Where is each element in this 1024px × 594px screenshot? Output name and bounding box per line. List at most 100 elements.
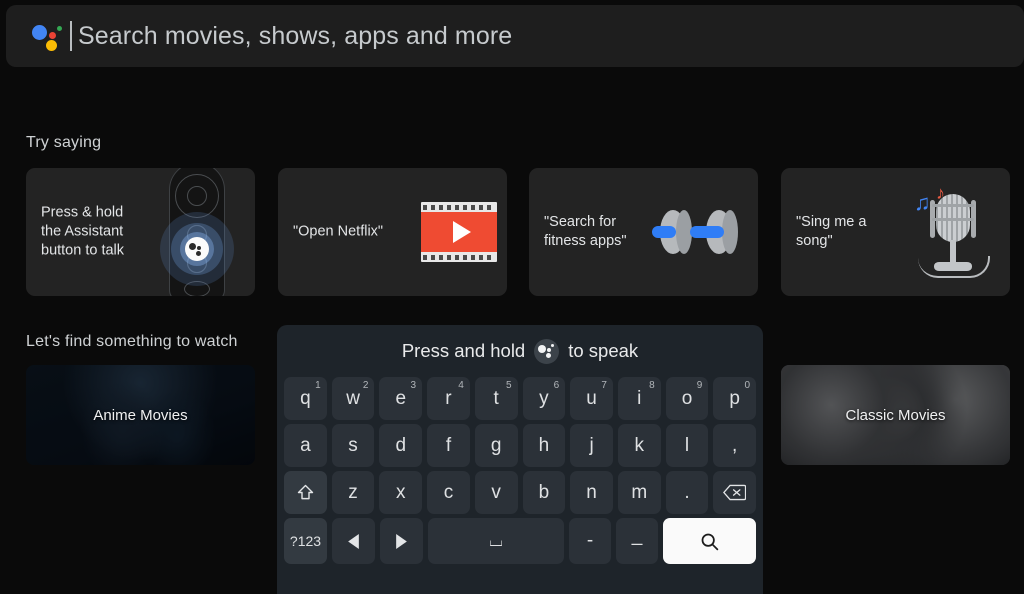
- mic-band-bottom: [932, 218, 974, 221]
- key-f[interactable]: f: [427, 424, 470, 467]
- search-input[interactable]: Search movies, shows, apps and more: [78, 22, 512, 51]
- shift-icon: [295, 482, 316, 503]
- onscreen-keyboard[interactable]: Press and hold to speak 1q 2w 3e 4r 5t 6…: [277, 325, 763, 594]
- key-h[interactable]: h: [522, 424, 566, 467]
- key-u[interactable]: 7u: [570, 377, 613, 420]
- key-sup: 7: [601, 380, 607, 391]
- key-label: i: [637, 387, 642, 409]
- music-note-blue-icon: ♫: [914, 190, 931, 215]
- arrow-right-icon: [395, 533, 408, 549]
- key-l[interactable]: l: [665, 424, 709, 467]
- key-sup: 0: [744, 380, 751, 391]
- keyboard-row-3: z x c v b n m .: [284, 471, 757, 514]
- assistant-button-dot-1: [189, 243, 196, 250]
- search-submit-key[interactable]: [663, 518, 756, 564]
- key-label: v: [491, 481, 501, 503]
- key-d[interactable]: d: [379, 424, 423, 467]
- badge-dot-2: [547, 347, 552, 352]
- keyboard-row-4: ?123 ⌴ - _: [284, 518, 756, 564]
- space-key[interactable]: ⌴: [428, 518, 564, 564]
- key-label: .: [684, 481, 690, 503]
- suggestion-card-assistant-button[interactable]: Press & hold the Assistant button to tal…: [26, 168, 255, 296]
- section-title-try-saying: Try saying: [26, 134, 102, 151]
- assistant-dot-green: [57, 26, 62, 31]
- key-o[interactable]: 9o: [665, 377, 709, 420]
- dumbbell-illustration: [646, 168, 754, 296]
- key-b[interactable]: b: [522, 471, 566, 514]
- badge-dot-3: [546, 352, 552, 358]
- key-label: k: [634, 434, 645, 456]
- key-label: t: [493, 387, 499, 409]
- suggestion-card-fitness-apps[interactable]: "Search for fitness apps": [529, 168, 758, 296]
- key-comma[interactable]: ,: [713, 424, 757, 467]
- key-label: s: [348, 434, 358, 456]
- key-k[interactable]: k: [617, 424, 661, 467]
- search-bar[interactable]: Search movies, shows, apps and more: [6, 5, 1024, 67]
- key-label: u: [586, 387, 597, 409]
- hyphen-key[interactable]: -: [569, 518, 611, 564]
- microphone-music-notes-illustration: ♫ ♪: [898, 168, 1006, 296]
- key-y[interactable]: 6y: [522, 377, 566, 420]
- key-q[interactable]: 1q: [284, 377, 327, 420]
- key-t[interactable]: 5t: [474, 377, 518, 420]
- key-w[interactable]: 2w: [331, 377, 375, 420]
- symbols-key[interactable]: ?123: [284, 518, 327, 564]
- key-label: b: [538, 481, 550, 503]
- suggestion-card-open-netflix[interactable]: "Open Netflix": [278, 168, 507, 296]
- google-assistant-icon: [32, 20, 66, 52]
- key-z[interactable]: z: [331, 471, 375, 514]
- key-label: p: [729, 387, 740, 409]
- dumbbell-bar-center: [690, 226, 724, 238]
- arrow-left-icon: [347, 533, 360, 549]
- key-label: g: [490, 434, 502, 456]
- key-label: j: [589, 434, 594, 456]
- key-label: d: [395, 434, 407, 456]
- watch-card-anime-movies[interactable]: Anime Movies: [26, 365, 255, 465]
- key-label: ?123: [289, 533, 322, 549]
- underscore-key[interactable]: _: [616, 518, 658, 564]
- search-icon: [699, 531, 720, 552]
- key-j[interactable]: j: [570, 424, 613, 467]
- section-title-watch: Let's find something to watch: [26, 333, 238, 350]
- suggestion-card-sing-a-song[interactable]: "Sing me a song" ♫ ♪: [781, 168, 1010, 296]
- key-x[interactable]: x: [379, 471, 423, 514]
- key-a[interactable]: a: [284, 424, 327, 467]
- key-i[interactable]: 8i: [617, 377, 661, 420]
- text-caret: [70, 21, 72, 51]
- watch-card-label: Classic Movies: [845, 406, 946, 424]
- assistant-dot-blue: [32, 25, 47, 40]
- key-p[interactable]: 0p: [713, 377, 757, 420]
- key-label: w: [346, 387, 360, 409]
- watch-card-label: Anime Movies: [93, 406, 188, 424]
- key-label: f: [445, 434, 452, 456]
- key-label: a: [300, 434, 311, 456]
- assistant-button-icon: [185, 237, 209, 261]
- assistant-badge-icon[interactable]: [534, 338, 560, 364]
- backspace-icon: [723, 483, 747, 502]
- key-g[interactable]: g: [474, 424, 518, 467]
- key-r[interactable]: 4r: [427, 377, 470, 420]
- key-n[interactable]: n: [570, 471, 613, 514]
- mic-band-top: [932, 204, 974, 207]
- arrow-left-key[interactable]: [332, 518, 375, 564]
- key-period[interactable]: .: [665, 471, 709, 514]
- watch-card-classic-movies[interactable]: Classic Movies: [781, 365, 1010, 465]
- key-m[interactable]: m: [617, 471, 661, 514]
- retro-microphone: ♫ ♪: [910, 182, 996, 282]
- backspace-key[interactable]: [713, 471, 757, 514]
- play-icon: [452, 221, 471, 243]
- key-e[interactable]: 3e: [379, 377, 423, 420]
- assistant-button-dot-3: [196, 251, 201, 256]
- key-c[interactable]: c: [427, 471, 470, 514]
- arrow-right-key[interactable]: [380, 518, 423, 564]
- key-label: m: [631, 481, 648, 503]
- key-s[interactable]: s: [331, 424, 375, 467]
- key-v[interactable]: v: [474, 471, 518, 514]
- key-label: ⌴: [489, 531, 503, 550]
- shift-key[interactable]: [284, 471, 327, 514]
- badge-dot-1: [538, 344, 547, 353]
- dumbbell-plate-right-inner: [722, 210, 738, 254]
- key-sup: 5: [505, 380, 512, 391]
- keyboard-rows: 1q 2w 3e 4r 5t 6y 7u 8i 9o 0p a s d f g …: [277, 377, 763, 564]
- dumbbell: [652, 204, 750, 260]
